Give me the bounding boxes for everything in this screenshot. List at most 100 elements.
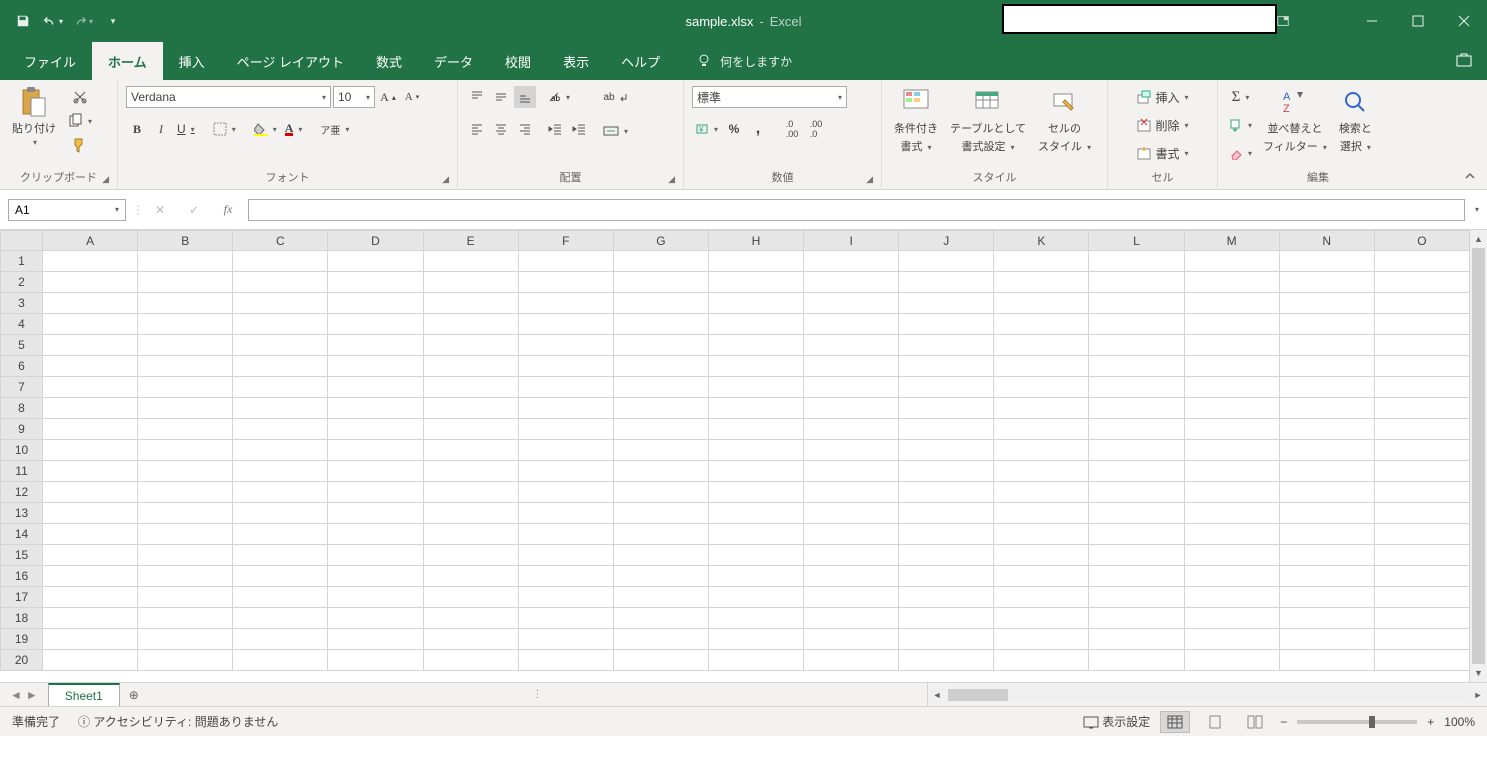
cell[interactable] xyxy=(804,482,899,503)
display-settings-button[interactable]: 表示設定 xyxy=(1083,713,1150,730)
cell[interactable] xyxy=(804,524,899,545)
cell[interactable] xyxy=(1184,377,1279,398)
cell[interactable] xyxy=(708,545,803,566)
cell[interactable] xyxy=(518,524,613,545)
cell[interactable] xyxy=(1374,503,1469,524)
cell[interactable] xyxy=(708,482,803,503)
row-header[interactable]: 19 xyxy=(1,629,43,650)
accessibility-status[interactable]: ⓘ アクセシビリティ: 問題ありません xyxy=(78,713,278,730)
cell[interactable] xyxy=(1374,314,1469,335)
column-header[interactable]: A xyxy=(43,231,138,251)
tab-view[interactable]: 表示 xyxy=(547,42,605,80)
cell[interactable] xyxy=(1279,272,1374,293)
cell[interactable] xyxy=(708,608,803,629)
cell[interactable] xyxy=(233,566,328,587)
tab-formulas[interactable]: 数式 xyxy=(360,42,418,80)
cell[interactable] xyxy=(1279,566,1374,587)
cell[interactable] xyxy=(328,566,423,587)
cell[interactable] xyxy=(804,587,899,608)
cell[interactable] xyxy=(518,545,613,566)
font-name-combo[interactable]: Verdana▾ xyxy=(126,86,331,108)
cell[interactable] xyxy=(613,503,708,524)
cell[interactable] xyxy=(328,377,423,398)
cell[interactable] xyxy=(518,566,613,587)
row-header[interactable]: 14 xyxy=(1,524,43,545)
cell[interactable] xyxy=(1279,650,1374,671)
page-layout-view-button[interactable] xyxy=(1200,711,1230,733)
select-all-corner[interactable] xyxy=(1,231,43,251)
cell[interactable] xyxy=(1374,356,1469,377)
cell[interactable] xyxy=(1184,524,1279,545)
borders-button[interactable]: ▾ xyxy=(210,118,239,140)
row-header[interactable]: 15 xyxy=(1,545,43,566)
cell[interactable] xyxy=(328,524,423,545)
row-header[interactable]: 3 xyxy=(1,293,43,314)
cell[interactable] xyxy=(899,398,994,419)
cell[interactable] xyxy=(994,629,1089,650)
row-header[interactable]: 16 xyxy=(1,566,43,587)
sort-filter-button[interactable]: AZ 並べ替えと フィルター ▾ xyxy=(1257,84,1333,156)
cell[interactable] xyxy=(43,608,138,629)
cell[interactable] xyxy=(1279,608,1374,629)
prev-sheet-button[interactable]: ◄ xyxy=(10,688,22,702)
spreadsheet-grid[interactable]: ABCDEFGHIJKLMNO1234567891011121314151617… xyxy=(0,230,1469,682)
row-header[interactable]: 18 xyxy=(1,608,43,629)
cell[interactable] xyxy=(1279,335,1374,356)
cell[interactable] xyxy=(423,398,518,419)
horizontal-scroll-thumb[interactable] xyxy=(948,689,1008,701)
cell[interactable] xyxy=(613,587,708,608)
cell[interactable] xyxy=(994,398,1089,419)
cell[interactable] xyxy=(233,356,328,377)
cell[interactable] xyxy=(233,251,328,272)
phonetic-button[interactable]: ア亜▾ xyxy=(317,118,352,140)
fill-color-button[interactable]: ▾ xyxy=(251,118,280,140)
insert-cells-button[interactable]: 挿入▾ xyxy=(1116,86,1209,108)
cell[interactable] xyxy=(1184,629,1279,650)
cell[interactable] xyxy=(328,419,423,440)
cell[interactable] xyxy=(43,566,138,587)
cell[interactable] xyxy=(1184,335,1279,356)
cell[interactable] xyxy=(138,545,233,566)
zoom-level-label[interactable]: 100% xyxy=(1444,715,1475,729)
tab-scroll-split[interactable]: ⋮ xyxy=(532,683,542,706)
cell[interactable] xyxy=(899,566,994,587)
cell[interactable] xyxy=(43,356,138,377)
cell[interactable] xyxy=(1089,377,1184,398)
dialog-launcher-icon[interactable]: ◢ xyxy=(442,174,449,185)
cell[interactable] xyxy=(138,251,233,272)
cell[interactable] xyxy=(423,251,518,272)
merge-center-button[interactable]: ▾ xyxy=(600,120,631,142)
cell[interactable] xyxy=(328,440,423,461)
cell[interactable] xyxy=(1089,587,1184,608)
tab-file[interactable]: ファイル xyxy=(8,42,92,80)
cell[interactable] xyxy=(1374,545,1469,566)
cell[interactable] xyxy=(1089,503,1184,524)
undo-button[interactable]: ▾ xyxy=(40,8,66,34)
cell[interactable] xyxy=(328,650,423,671)
enter-formula-button[interactable]: ✓ xyxy=(180,199,208,221)
cell[interactable] xyxy=(1279,482,1374,503)
cell[interactable] xyxy=(1279,461,1374,482)
normal-view-button[interactable] xyxy=(1160,711,1190,733)
collapse-ribbon-button[interactable] xyxy=(1463,169,1477,183)
cell[interactable] xyxy=(899,419,994,440)
cell[interactable] xyxy=(708,314,803,335)
page-break-view-button[interactable] xyxy=(1240,711,1270,733)
cell[interactable] xyxy=(43,251,138,272)
cell[interactable] xyxy=(518,440,613,461)
delete-cells-button[interactable]: 削除▾ xyxy=(1116,114,1209,136)
cell[interactable] xyxy=(1374,419,1469,440)
cell[interactable] xyxy=(804,272,899,293)
increase-indent-button[interactable] xyxy=(568,118,590,140)
cell[interactable] xyxy=(43,545,138,566)
cell[interactable] xyxy=(899,440,994,461)
cell[interactable] xyxy=(233,398,328,419)
cell[interactable] xyxy=(423,377,518,398)
cell[interactable] xyxy=(1089,608,1184,629)
cell[interactable] xyxy=(994,545,1089,566)
cell[interactable] xyxy=(1374,629,1469,650)
cell[interactable] xyxy=(518,314,613,335)
tab-data[interactable]: データ xyxy=(418,42,489,80)
tab-page-layout[interactable]: ページ レイアウト xyxy=(221,42,360,80)
zoom-slider[interactable] xyxy=(1297,720,1417,724)
